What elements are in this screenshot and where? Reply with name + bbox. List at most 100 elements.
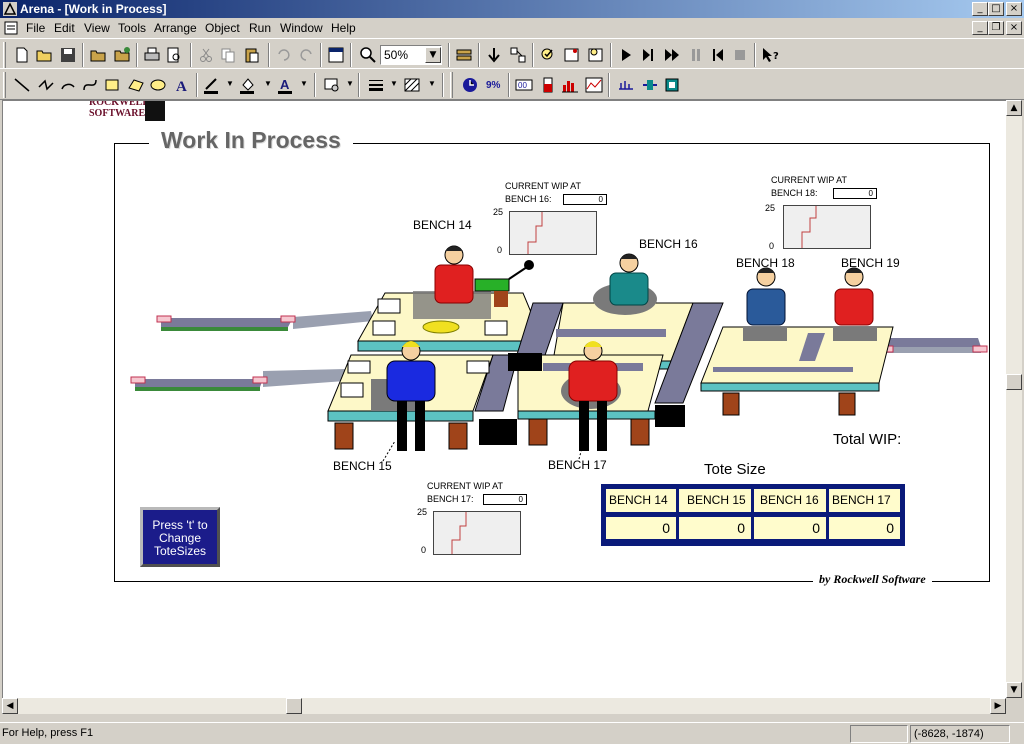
pause-icon[interactable]: [686, 45, 706, 65]
svg-text:9%: 9%: [486, 80, 501, 91]
scroll-left-icon[interactable]: ◀: [2, 698, 18, 714]
model-canvas[interactable]: ROCKWELL SOFTWARE Work In Process by Roc…: [2, 100, 1006, 698]
document-icon[interactable]: [3, 20, 19, 36]
zoom-icon[interactable]: [358, 45, 378, 65]
menu-view[interactable]: View: [84, 21, 110, 35]
plot-icon[interactable]: [584, 75, 604, 95]
layers-icon[interactable]: [326, 45, 346, 65]
arena-app-icon: [3, 2, 17, 16]
rewind-icon[interactable]: [708, 45, 728, 65]
bench15-label: BENCH 15: [333, 459, 392, 473]
menu-arrange[interactable]: Arrange: [154, 21, 197, 35]
scroll-up-icon[interactable]: ▲: [1006, 100, 1022, 116]
save-model-icon[interactable]: [112, 45, 132, 65]
tote-value-bench14[interactable]: 0: [605, 516, 677, 540]
tote-header-bench17: BENCH 17: [828, 488, 901, 513]
maximize-button[interactable]: □: [988, 2, 1004, 16]
close-button[interactable]: ×: [1006, 2, 1022, 16]
queue-icon[interactable]: [616, 75, 636, 95]
rockwell-logo: ROCKWELL SOFTWARE: [89, 101, 165, 123]
date-icon[interactable]: 9%: [484, 75, 504, 95]
connect-icon[interactable]: [454, 45, 474, 65]
setup-icon[interactable]: [562, 45, 582, 65]
doc-close-button[interactable]: ×: [1006, 21, 1022, 35]
play-icon[interactable]: [616, 45, 636, 65]
vertical-scroll-thumb[interactable]: [1006, 374, 1022, 390]
open-model-icon[interactable]: [88, 45, 108, 65]
submodel-icon[interactable]: [508, 45, 528, 65]
worker-bench19: [834, 267, 874, 326]
undo-icon[interactable]: [274, 45, 294, 65]
check-icon[interactable]: [538, 45, 558, 65]
zoom-select[interactable]: 50% ▼: [380, 45, 442, 65]
line-color-icon[interactable]: [202, 75, 222, 95]
cut-icon[interactable]: [196, 45, 216, 65]
standard-toolbar: 50% ▼ ?: [0, 38, 1024, 70]
menu-run[interactable]: Run: [249, 21, 271, 35]
bench14-label: BENCH 14: [413, 218, 472, 232]
window-bg-icon[interactable]: [322, 75, 342, 95]
tote-value-bench15[interactable]: 0: [678, 516, 752, 540]
paste-icon[interactable]: [242, 45, 262, 65]
variable-icon[interactable]: 00: [514, 75, 534, 95]
clock-icon[interactable]: [460, 75, 480, 95]
horizontal-scrollbar[interactable]: ◀ ▶: [2, 698, 1006, 714]
menu-window[interactable]: Window: [280, 21, 323, 35]
resource-icon[interactable]: [662, 75, 682, 95]
line-icon[interactable]: [12, 75, 32, 95]
menu-edit[interactable]: Edit: [54, 21, 75, 35]
line-width-icon[interactable]: [366, 75, 386, 95]
scroll-down-icon[interactable]: ▼: [1006, 682, 1022, 698]
print-icon[interactable]: [142, 45, 162, 65]
step-icon[interactable]: [638, 45, 658, 65]
logo-line2: SOFTWARE: [89, 108, 146, 119]
stop-icon[interactable]: [730, 45, 750, 65]
save-icon[interactable]: [58, 45, 78, 65]
ellipse-icon[interactable]: [148, 75, 168, 95]
press-line1: Press 't' to: [152, 518, 208, 532]
arrow-down-icon[interactable]: [484, 45, 504, 65]
chevron-down-icon[interactable]: ▼: [425, 47, 441, 63]
text-icon[interactable]: A: [172, 75, 192, 95]
tote-value-bench16[interactable]: 0: [753, 516, 827, 540]
menu-object[interactable]: Object: [205, 21, 240, 35]
bench19-label: BENCH 19: [841, 256, 900, 270]
redo-icon[interactable]: [296, 45, 316, 65]
minimize-button[interactable]: _: [972, 2, 988, 16]
fast-forward-icon[interactable]: [662, 45, 682, 65]
bezier-icon[interactable]: [80, 75, 100, 95]
plot-max-label: 25: [765, 203, 776, 213]
open-icon[interactable]: [34, 45, 54, 65]
polygon-icon[interactable]: [126, 75, 146, 95]
print-preview-icon[interactable]: [164, 45, 184, 65]
status-coordinates: (-8628, -1874): [910, 725, 1010, 743]
report-icon[interactable]: [586, 45, 606, 65]
level-icon[interactable]: [538, 75, 558, 95]
worker-bench18: [746, 267, 786, 326]
change-tote-size-button[interactable]: Press 't' to Change ToteSizes: [140, 507, 220, 567]
menu-file[interactable]: File: [26, 21, 45, 35]
arc-icon[interactable]: [58, 75, 78, 95]
help-pointer-icon[interactable]: ?: [760, 45, 780, 65]
station-icon[interactable]: [640, 75, 660, 95]
new-icon[interactable]: [12, 45, 32, 65]
tote-header-bench14: BENCH 14: [605, 488, 677, 513]
text-color-icon[interactable]: A: [276, 75, 296, 95]
histogram-icon[interactable]: [560, 75, 580, 95]
wip-value-box: 0: [833, 188, 877, 199]
tote-value-bench17[interactable]: 0: [828, 516, 901, 540]
fill-color-icon[interactable]: [238, 75, 258, 95]
doc-restore-button[interactable]: ❐: [988, 21, 1004, 35]
menu-help[interactable]: Help: [331, 21, 356, 35]
vertical-scrollbar[interactable]: ▲ ▼: [1006, 100, 1022, 698]
copy-icon[interactable]: [218, 45, 238, 65]
pattern-icon[interactable]: [402, 75, 422, 95]
wip-bench-label: BENCH 18:: [771, 188, 818, 198]
doc-minimize-button[interactable]: _: [972, 21, 988, 35]
horizontal-scroll-thumb[interactable]: [286, 698, 302, 714]
menu-tools[interactable]: Tools: [118, 21, 146, 35]
polyline-icon[interactable]: [36, 75, 56, 95]
scroll-right-icon[interactable]: ▶: [990, 698, 1006, 714]
rectangle-icon[interactable]: [102, 75, 122, 95]
plot-min-label: 0: [421, 545, 427, 555]
